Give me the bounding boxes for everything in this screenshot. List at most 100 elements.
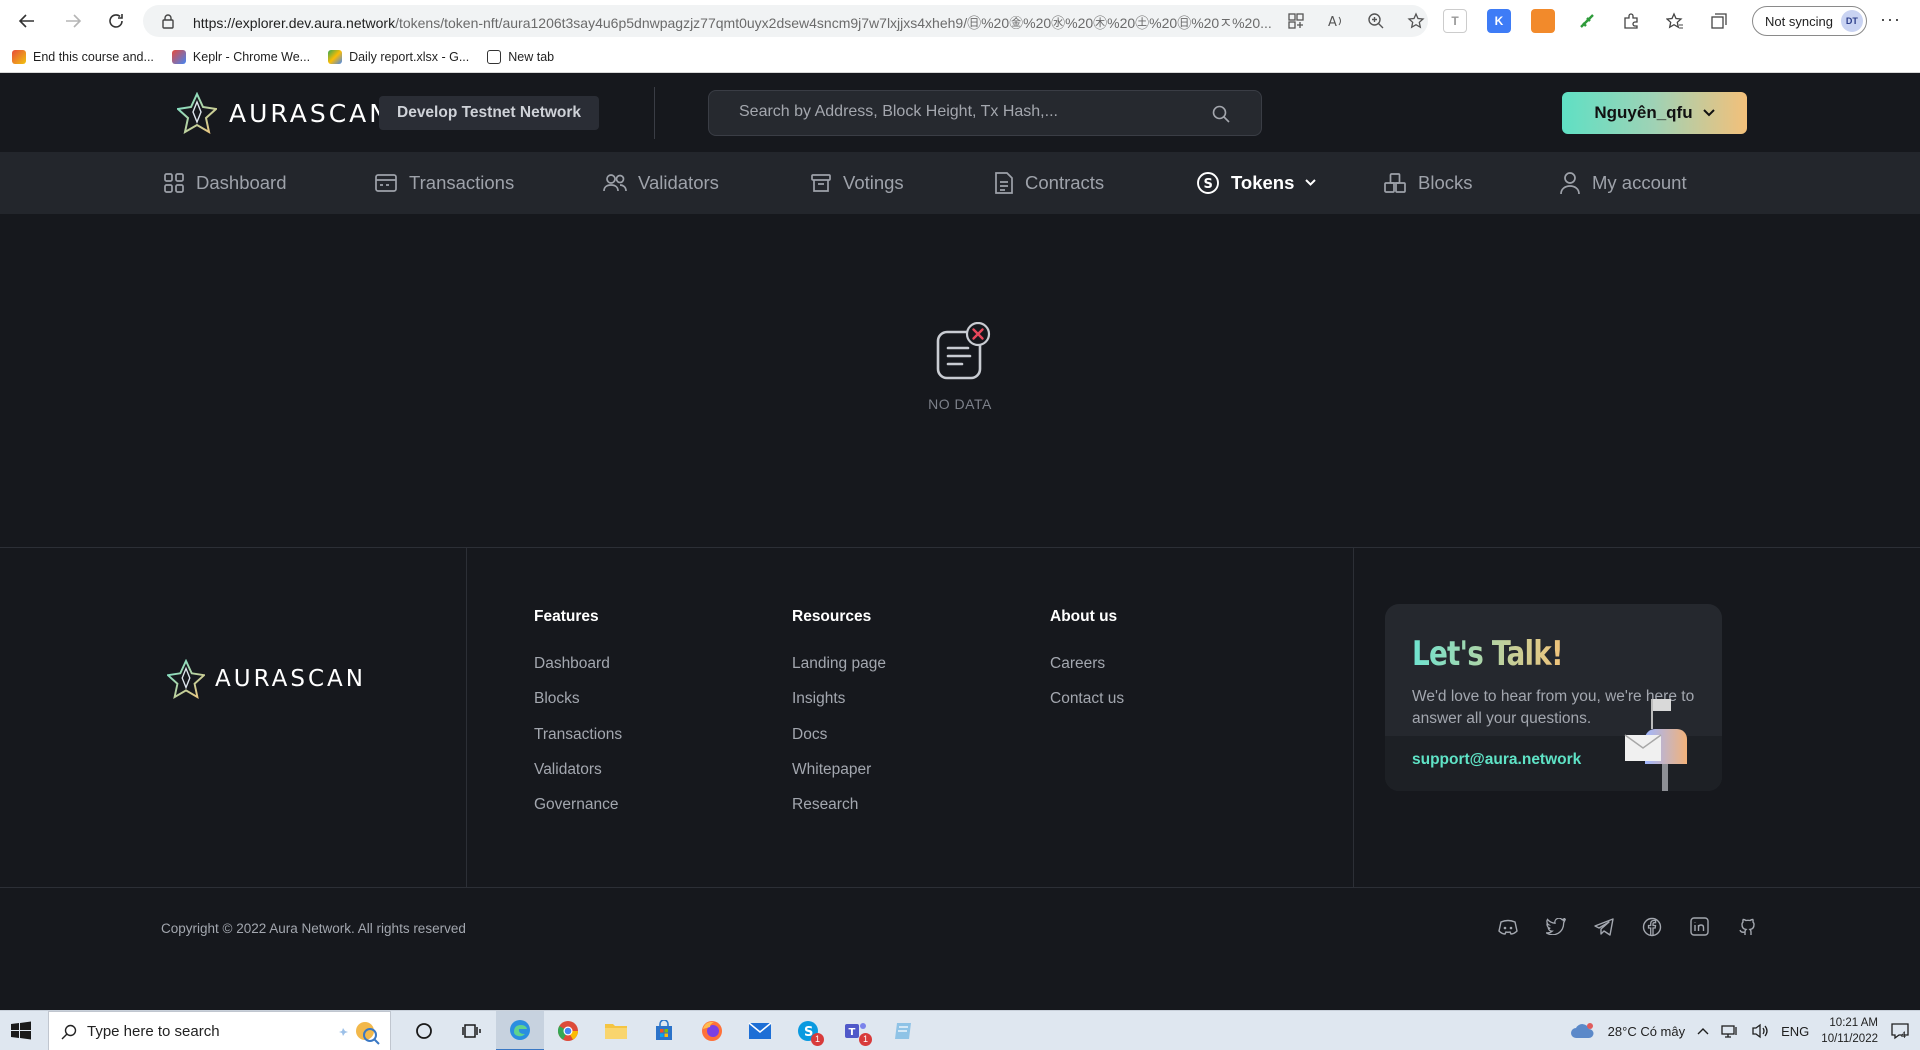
footer-link[interactable]: Governance [534,795,622,830]
teams-icon[interactable]: T1 [832,1011,880,1050]
nav-item-my-account[interactable]: My account [1559,152,1687,214]
read-aloud-icon[interactable]: A [1327,12,1345,30]
notifications-icon[interactable]: 4 [1890,1021,1910,1041]
edge-icon[interactable] [496,1011,544,1050]
aurascan-logo[interactable]: AURASCAN [177,92,391,134]
store-icon[interactable] [640,1011,688,1050]
footer-link[interactable]: Whitepaper [792,760,886,795]
favorite-add-icon[interactable] [1407,12,1425,30]
mail-icon[interactable] [736,1011,784,1050]
extensions-icon[interactable] [1619,9,1643,33]
footer-divider [1353,548,1354,887]
footer-link[interactable]: Blocks [534,689,622,724]
favorites-icon[interactable] [1663,9,1687,33]
address-bar[interactable]: https://explorer.dev.aura.network/tokens… [143,5,1428,37]
network-icon[interactable] [1721,1023,1739,1039]
taskbar-search [48,1011,391,1050]
nav-item-transactions[interactable]: Transactions [374,152,514,214]
nav-label: Tokens [1231,172,1295,193]
search-highlight-icon [335,1018,387,1046]
main-content: NO DATA [0,214,1920,547]
nav-item-tokens[interactable]: S Tokens [1196,152,1317,214]
github-icon[interactable] [1736,915,1759,938]
nav-item-validators[interactable]: Validators [603,152,719,214]
lock-icon[interactable] [161,13,175,29]
language-indicator[interactable]: ENG [1781,1024,1809,1039]
lets-talk-card: Let's Talk! We'd love to hear from you, … [1385,604,1722,791]
volume-icon[interactable] [1751,1023,1769,1039]
chrome-icon[interactable] [544,1011,592,1050]
footer-link[interactable]: Careers [1050,654,1124,689]
footer-link[interactable]: Research [792,795,886,830]
footer-link[interactable]: Docs [792,725,886,760]
nav-item-blocks[interactable]: Blocks [1383,152,1473,214]
blocks-icon [1383,172,1407,194]
bookmark-item[interactable]: Keplr - Chrome We... [171,50,310,64]
forward-icon[interactable] [60,9,86,33]
zoom-icon[interactable] [1367,12,1385,30]
nav-item-contracts[interactable]: Contracts [994,152,1104,214]
notes-app-icon[interactable] [880,1011,928,1050]
chevron-up-icon[interactable] [1697,1027,1709,1035]
file-explorer-icon[interactable] [592,1011,640,1050]
more-icon[interactable]: ··· [1880,9,1901,30]
search-input[interactable] [739,103,1199,121]
bookmark-item[interactable]: New tab [487,50,554,64]
task-view-icon[interactable] [448,1011,496,1050]
logo-text: AURASCAN [215,666,366,692]
footer-column-about: About us Careers Contact us [1050,608,1124,725]
footer-link[interactable]: Transactions [534,725,622,760]
discord-icon[interactable] [1496,915,1519,938]
nav-item-dashboard[interactable]: Dashboard [163,152,287,214]
users-icon [603,172,627,194]
footer-link[interactable]: Dashboard [534,654,622,689]
keplr-ext-icon[interactable]: K [1487,9,1511,33]
cortana-icon[interactable] [400,1011,448,1050]
facebook-icon[interactable] [1640,915,1663,938]
reload-icon[interactable] [103,9,129,33]
bookmarks-bar: End this course and... Keplr - Chrome We… [12,44,554,70]
footer-column-title: Resources [792,608,872,625]
sync-button[interactable]: Not syncing DT [1752,6,1867,36]
sync-label: Not syncing [1765,13,1833,29]
search-icon[interactable] [1211,104,1231,124]
metamask-ext-icon[interactable] [1531,9,1555,33]
windows-start-icon[interactable] [10,1021,32,1041]
clock[interactable]: 10:21 AM 10/11/2022 [1821,1015,1878,1047]
empty-state-label: NO DATA [928,396,992,412]
translate-ext-icon[interactable]: T [1443,9,1467,33]
bookmark-item[interactable]: Daily report.xlsx - G... [328,50,469,64]
footer-link[interactable]: Contact us [1050,689,1124,724]
search-icon [61,1024,77,1040]
collections-icon[interactable] [1707,9,1731,33]
footer-link[interactable]: Insights [792,689,886,724]
document-icon [994,171,1014,195]
support-email-link[interactable]: support@aura.network [1412,751,1581,769]
nav-item-votings[interactable]: Votings [810,152,904,214]
profile-avatar: DT [1840,10,1863,32]
footer-logo[interactable]: AURASCAN [167,659,366,699]
leaf-ext-icon[interactable] [1575,9,1599,33]
site-footer: AURASCAN Features Dashboard Blocks Trans… [0,547,1920,1010]
weather-text[interactable]: 28°C Có mây [1608,1024,1685,1039]
footer-link[interactable]: Landing page [792,654,886,689]
user-icon [1559,171,1581,195]
aura-star-icon [177,92,217,134]
network-badge[interactable]: Develop Testnet Network [379,96,600,130]
bookmark-item[interactable]: End this course and... [12,50,154,64]
archive-icon [810,172,832,194]
twitter-icon[interactable] [1544,915,1567,938]
footer-column-title: About us [1050,608,1118,625]
taskbar-search-input[interactable] [87,1023,317,1040]
account-button[interactable]: Nguyên_qfu [1562,92,1747,134]
url-text[interactable]: https://explorer.dev.aura.network/tokens… [193,13,1423,33]
nav-label: Contracts [1025,172,1105,193]
firefox-icon[interactable] [688,1011,736,1050]
app-available-icon[interactable] [1287,12,1305,30]
telegram-icon[interactable] [1592,915,1615,938]
skype-icon[interactable]: S1 [784,1011,832,1050]
back-icon[interactable] [14,9,40,33]
linkedin-icon[interactable] [1688,915,1711,938]
bookmark-label: Daily report.xlsx - G... [349,50,470,64]
footer-link[interactable]: Validators [534,760,622,795]
